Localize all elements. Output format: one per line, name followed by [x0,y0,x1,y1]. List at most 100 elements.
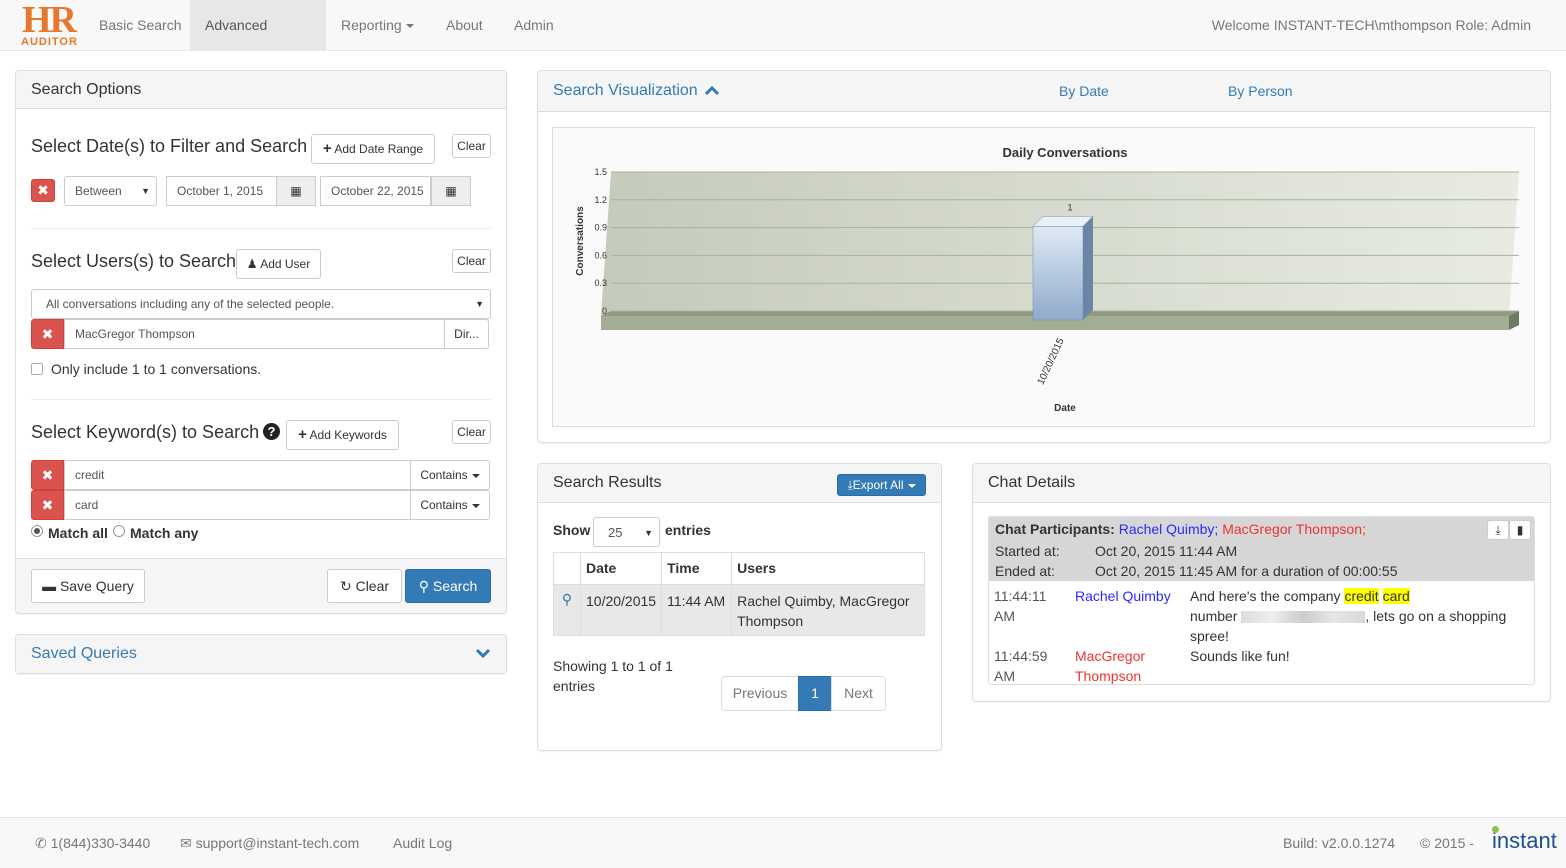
users-heading: Select Users(s) to Search [31,251,237,271]
page-size-select[interactable]: 25 ▼ [593,517,660,547]
visualization-title[interactable]: Search Visualization [553,82,698,99]
ended-label: Ended at: [995,563,1055,579]
clear-dates-button[interactable]: Clear [452,134,491,158]
email-contact[interactable]: ✉ support@instant-tech.com [180,835,359,852]
export-all-label: Export All [852,478,904,492]
previous-page-button[interactable]: Previous [721,676,799,711]
end-date-calendar-button[interactable]: ▦ [431,176,471,206]
select-arrow-icon: ▼ [475,299,484,309]
message-time: 11:44:11 AM [994,588,1047,624]
download-transcript-button[interactable]: ⤓ [1487,520,1509,540]
row-users: Rachel Quimby, MacGregor Thompson [731,584,925,636]
y-tick-label: 1.2 [594,195,607,205]
x-tick-label: 10/20/2015 [1036,336,1067,386]
remove-user-button[interactable]: ✖ [31,319,64,349]
match-any-radio[interactable] [113,525,125,537]
clear-users-button[interactable]: Clear [452,249,491,273]
chevron-down-icon[interactable] [476,648,490,658]
email-address[interactable]: support@instant-tech.com [196,835,360,851]
page-1-button[interactable]: 1 [798,676,832,711]
chat-details-heading: Chat Details [973,464,1550,503]
selected-user-input[interactable]: MacGregor Thompson [64,319,445,349]
chart-container: Daily Conversations Conversations Date 0… [552,127,1535,427]
nav-about[interactable]: About [431,0,498,50]
message-sender: MacGregor Thompson [1075,648,1146,684]
column-header-time[interactable]: Time [661,552,733,585]
add-keywords-button[interactable]: + Add Keywords [286,420,399,450]
match-any-label: Match any [130,525,199,541]
nav-advanced-search[interactable]: Advanced Search [190,0,326,83]
hr-auditor-logo[interactable]: HR AUDITOR [20,0,84,50]
nav-reporting-label: Reporting [341,17,402,33]
phone-number: 1(844)330-3440 [50,835,151,851]
chevron-up-icon[interactable] [705,85,720,96]
message-text: And here's the company credit card numbe… [1190,586,1530,646]
top-navbar: HR AUDITOR Basic Search Advanced Search … [0,0,1566,83]
close-icon: ✖ [41,326,54,342]
radio-dot [34,528,40,534]
tab-by-person[interactable]: By Person [1228,71,1293,111]
search-options-heading: Search Options [16,71,506,109]
clear-keywords-button[interactable]: Clear [452,420,491,444]
tab-by-date[interactable]: By Date [1059,71,1109,111]
date-mode-select[interactable]: Between ▼ [64,176,157,206]
divider [31,228,491,229]
chart-bar-side [1083,216,1093,320]
search-button[interactable]: ⚲ Search [405,569,491,603]
end-date-input[interactable]: October 22, 2015 [320,176,431,206]
user-mode-select[interactable]: All conversations including any of the s… [31,289,491,319]
search-button-label: Search [432,578,478,594]
add-keywords-label: Add Keywords [309,428,387,442]
start-date-calendar-button[interactable]: ▦ [276,176,316,206]
keywords-heading: Select Keyword(s) to Search [31,422,260,442]
add-date-range-button[interactable]: + Add Date Range [311,134,435,164]
build-version: Build: v2.0.0.1274 [1283,835,1396,851]
keyword-input[interactable]: credit [64,460,411,490]
results-table: Date Time Users ⚲ 10/20/2015 11:44 AM Ra… [553,552,925,636]
clear-all-button[interactable]: ↻ Clear [327,569,402,603]
column-header-users[interactable]: Users [731,552,925,585]
keyword-input[interactable]: card [64,490,411,520]
saved-queries-heading[interactable]: Saved Queries [16,635,506,673]
document-button[interactable]: ▮ [1509,520,1531,540]
results-header-row: Date Time Users [553,552,925,585]
one-to-one-checkbox[interactable] [31,363,43,375]
caret-down-icon [405,24,414,29]
instant-logo[interactable]: instant [1492,828,1557,854]
start-date-input[interactable]: October 1, 2015 [166,176,277,206]
saved-queries-panel[interactable]: Saved Queries [15,634,507,674]
close-icon: ✖ [41,497,54,513]
directory-button[interactable]: Dir... [444,319,489,349]
close-icon: ✖ [41,467,54,483]
add-user-button[interactable]: ♟ Add User [236,249,321,279]
plus-icon: + [322,140,332,157]
envelope-icon: ✉ [180,835,192,851]
message-sender: Rachel Quimby [1075,588,1171,604]
nav-admin[interactable]: Admin [499,0,569,50]
next-page-button[interactable]: Next [831,676,886,711]
remove-keyword-button[interactable]: ✖ [31,490,64,520]
nav-basic-search[interactable]: Basic Search [84,0,196,50]
keyword-mode-dropdown[interactable]: Contains [410,490,490,520]
table-row[interactable]: ⚲ 10/20/2015 11:44 AM Rachel Quimby, Mac… [553,584,925,636]
keyword-mode-dropdown[interactable]: Contains [410,460,490,490]
column-header-date[interactable]: Date [579,552,663,585]
save-query-button[interactable]: ▬ Save Query [31,569,145,603]
add-user-label: Add User [260,257,311,271]
chart-bar[interactable] [1032,226,1084,321]
dates-heading: Select Date(s) to Filter and Search [31,136,308,156]
help-icon[interactable]: ? [263,423,280,440]
remove-keyword-button[interactable]: ✖ [31,460,64,490]
participant-rachel: Rachel Quimby; [1118,521,1219,537]
nav-reporting[interactable]: Reporting [326,0,429,50]
audit-log-link[interactable]: Audit Log [393,835,452,851]
keyword-mode-label: Contains [420,468,468,482]
started-label: Started at: [995,543,1060,559]
magnify-icon[interactable]: ⚲ [553,584,581,636]
page-size-value: 25 [608,525,623,540]
export-all-button[interactable]: ⤓Export All [837,474,926,496]
plus-icon: + [298,426,307,443]
match-all-radio[interactable] [31,525,43,537]
close-icon: ✖ [37,182,49,198]
remove-date-button[interactable]: ✖ [31,179,55,202]
